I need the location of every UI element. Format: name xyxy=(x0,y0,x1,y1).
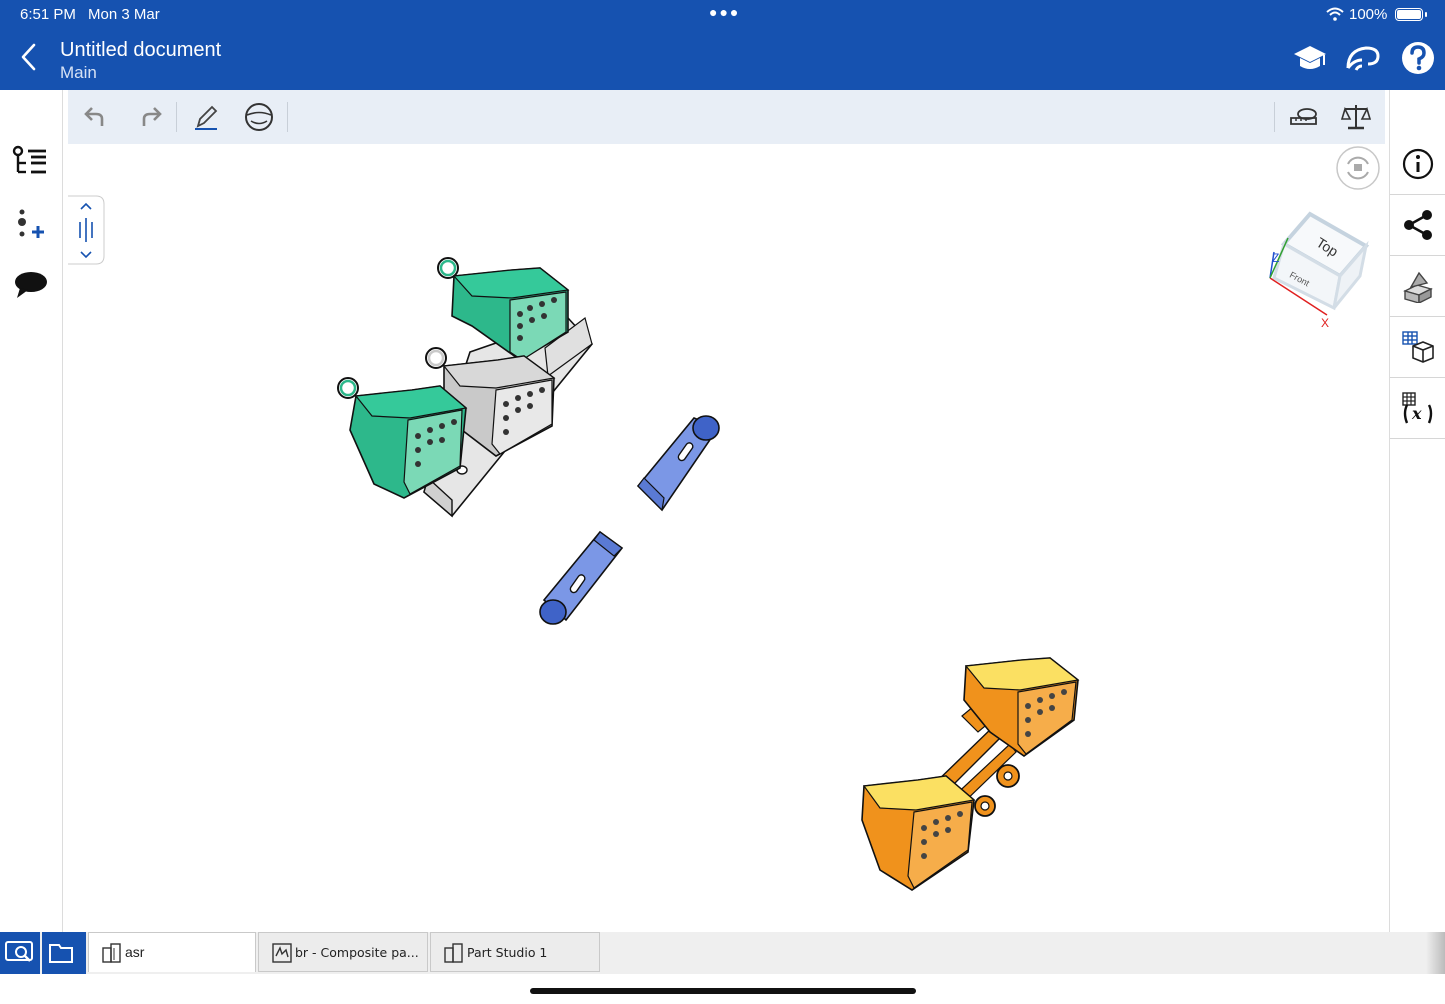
configurations-button[interactable] xyxy=(1390,317,1445,378)
toolbar-separator xyxy=(176,102,177,132)
orange-assembly[interactable] xyxy=(861,657,1080,891)
variables-icon: x xyxy=(1402,392,1433,424)
tab-label: Part Studio 1 xyxy=(467,945,548,960)
part-studio-icon xyxy=(272,943,292,963)
folder-icon xyxy=(49,932,86,974)
part-studio-icon xyxy=(444,943,463,963)
add-instance-icon[interactable] xyxy=(12,206,50,242)
share-button[interactable] xyxy=(1390,195,1445,256)
view-icon[interactable] xyxy=(243,102,275,132)
graphics-viewport[interactable]: Top Front Z X xyxy=(68,144,1385,932)
multitasking-dots-icon[interactable]: ●●● xyxy=(709,4,740,20)
app-header: Untitled document Main xyxy=(0,30,1445,90)
blue-pin-lower[interactable] xyxy=(539,530,624,625)
battery-icon xyxy=(1395,8,1427,21)
workspace-name[interactable]: Main xyxy=(60,63,97,83)
appearance-icon xyxy=(1403,271,1433,303)
assembly-icon xyxy=(102,943,121,963)
toolbar xyxy=(68,90,1385,144)
measure-icon[interactable] xyxy=(1287,102,1319,132)
svg-text:x: x xyxy=(1411,404,1422,423)
info-icon xyxy=(1402,148,1434,180)
appearance-button[interactable] xyxy=(1390,256,1445,317)
axis-z-label: Z xyxy=(1272,251,1279,265)
tab-search-button[interactable] xyxy=(0,932,40,974)
right-panel: x xyxy=(1389,90,1445,932)
document-title[interactable]: Untitled document xyxy=(60,39,221,62)
feature-tree-icon[interactable] xyxy=(12,144,50,180)
search-icon xyxy=(5,941,33,962)
configurations-icon xyxy=(1402,331,1434,363)
tab-label: br - Composite pa... xyxy=(295,945,419,960)
comments-icon[interactable] xyxy=(12,268,50,304)
model-canvas[interactable]: Top Front Z X xyxy=(68,144,1385,932)
axis-x-label: X xyxy=(1321,316,1329,330)
variables-button[interactable]: x xyxy=(1390,378,1445,439)
undo-icon[interactable] xyxy=(80,102,112,132)
tab-scroll-shadow xyxy=(1426,932,1445,974)
home-indicator[interactable] xyxy=(530,988,916,994)
toolbar-separator xyxy=(287,102,288,132)
left-panel xyxy=(0,90,63,932)
blue-pin-upper[interactable] xyxy=(636,415,720,512)
tab-label: asr xyxy=(125,944,145,960)
status-bar: 6:51 PM Mon 3 Mar ●●● 100% xyxy=(0,0,1445,30)
panel-collapse-handle[interactable] xyxy=(68,195,105,265)
status-date: Mon 3 Mar xyxy=(88,6,160,23)
tab-br-composite[interactable]: br - Composite pa... xyxy=(258,932,428,972)
back-icon[interactable] xyxy=(15,41,43,73)
green-grey-assembly[interactable] xyxy=(337,257,594,518)
mass-properties-icon[interactable] xyxy=(1340,102,1372,132)
redo-icon[interactable] xyxy=(134,102,166,132)
battery-percent: 100% xyxy=(1349,6,1388,23)
sketch-icon[interactable] xyxy=(190,102,222,132)
documents-button[interactable] xyxy=(42,932,86,974)
connect-icon[interactable] xyxy=(1344,38,1384,78)
help-icon[interactable] xyxy=(1398,38,1438,78)
toolbar-separator xyxy=(1274,102,1275,132)
share-icon xyxy=(1404,210,1432,240)
tab-bar: asr br - Composite pa... Part Studio 1 xyxy=(0,932,1445,974)
tab-asr[interactable]: asr xyxy=(88,932,256,972)
status-time: 6:51 PM xyxy=(20,6,76,23)
learning-center-icon[interactable] xyxy=(1290,38,1330,78)
tab-part-studio-1[interactable]: Part Studio 1 xyxy=(430,932,600,972)
info-button[interactable] xyxy=(1390,134,1445,195)
rotate-view-button[interactable] xyxy=(1336,146,1380,190)
view-cube[interactable]: Top Front Z X xyxy=(1269,211,1370,330)
wifi-icon xyxy=(1326,7,1344,21)
